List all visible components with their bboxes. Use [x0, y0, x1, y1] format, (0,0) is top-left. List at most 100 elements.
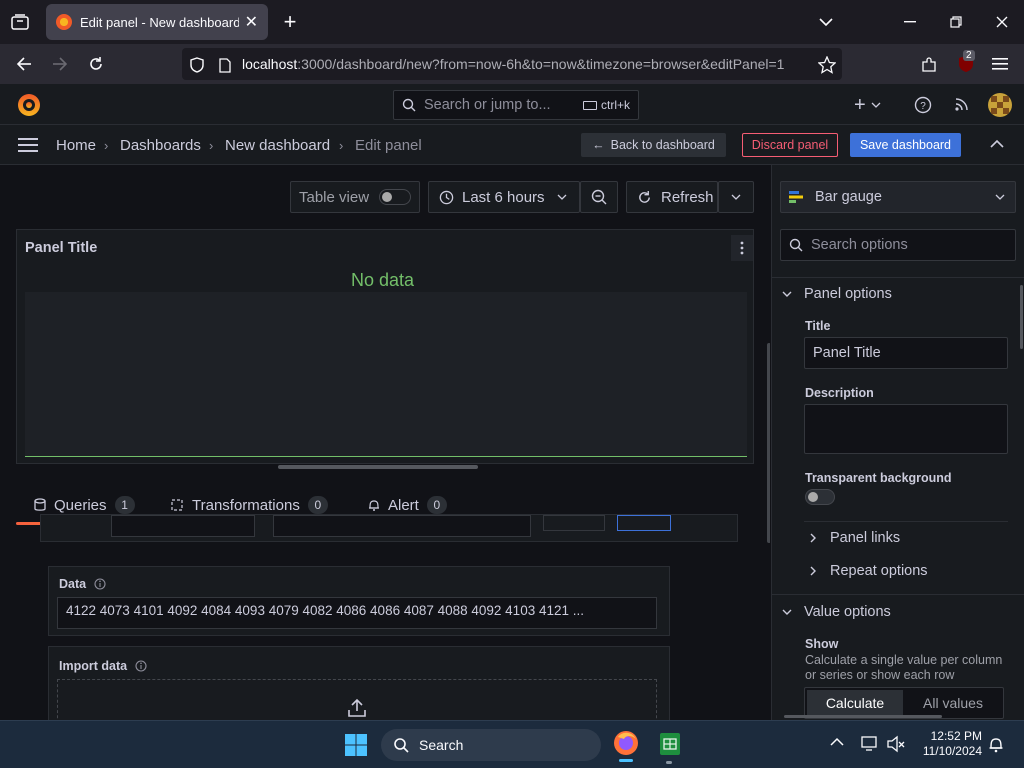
tab-queries[interactable]: Queries 1: [34, 496, 135, 514]
shield-icon[interactable]: [188, 56, 206, 74]
divider: [772, 594, 1024, 595]
news-feed-icon[interactable]: [954, 96, 972, 114]
bar-gauge-icon: [789, 190, 805, 204]
chevron-up-icon[interactable]: [830, 737, 846, 751]
file-dropzone[interactable]: [57, 679, 657, 720]
table-view-toggle[interactable]: Table view: [290, 181, 420, 213]
tab-alert[interactable]: Alert 0: [368, 496, 447, 514]
refresh-button[interactable]: Refresh: [626, 181, 718, 213]
repeat-options-header[interactable]: Repeat options: [810, 563, 928, 579]
clock-date: 11/10/2024: [922, 744, 982, 758]
alias-input[interactable]: [273, 515, 531, 537]
search-shortcut: ctrl+k: [582, 98, 630, 112]
collapse-chevron-up-icon[interactable]: [990, 139, 1006, 151]
time-range-label: Last 6 hours: [462, 188, 545, 206]
visualization-label: Bar gauge: [815, 189, 882, 205]
user-avatar[interactable]: [988, 93, 1012, 117]
title-input-value: Panel Title: [813, 345, 881, 361]
firefox-taskbar-icon[interactable]: [610, 727, 642, 762]
breadcrumb-new-dashboard[interactable]: New dashboard: [225, 137, 330, 154]
chevron-down-icon: [871, 102, 881, 108]
back-arrow-icon[interactable]: [12, 52, 36, 76]
table-view-label: Table view: [299, 188, 370, 206]
data-textarea[interactable]: 4122 4073 4101 4092 4084 4093 4079 4082 …: [57, 597, 657, 629]
taskbar-search[interactable]: Search: [381, 729, 601, 761]
chevron-right-icon: [810, 566, 816, 576]
ublock-extension-icon[interactable]: 2: [954, 50, 978, 76]
windows-start-icon[interactable]: [344, 733, 368, 757]
restore-icon[interactable]: [944, 10, 968, 34]
zoom-out-button[interactable]: [580, 181, 618, 213]
save-dashboard-button[interactable]: Save dashboard: [850, 133, 961, 157]
value-options-header[interactable]: Value options: [782, 604, 891, 620]
panel-title: Panel Title: [25, 240, 98, 256]
refresh-label: Refresh: [661, 188, 714, 206]
chevron-down-icon: [995, 194, 1005, 200]
page-info-icon[interactable]: [216, 56, 234, 74]
scenario-select[interactable]: [111, 515, 255, 537]
minimize-icon[interactable]: [898, 10, 922, 34]
tab-overview-icon[interactable]: [8, 12, 32, 32]
calculate-option[interactable]: Calculate: [807, 690, 903, 716]
save-label: Save dashboard: [859, 138, 952, 152]
chevron-down-icon: [782, 291, 792, 297]
discard-panel-button[interactable]: Discard panel: [742, 133, 838, 157]
refresh-interval-dropdown[interactable]: [718, 181, 754, 213]
spreadsheet-taskbar-icon[interactable]: [656, 729, 684, 764]
notifications-bell-icon[interactable]: [988, 735, 1006, 753]
discard-label: Discard panel: [751, 138, 829, 152]
global-search[interactable]: Search or jump to... ctrl+k: [393, 90, 639, 120]
help-icon[interactable]: ?: [914, 96, 932, 114]
menu-toggle-icon[interactable]: [18, 137, 38, 153]
search-icon: [402, 98, 416, 112]
extensions-icon[interactable]: [918, 54, 940, 76]
bookmark-star-icon[interactable]: [816, 54, 838, 76]
search-options-input[interactable]: Search options: [780, 229, 1016, 261]
url-path: :3000/dashboard/new?from=now-6h&to=now&t…: [297, 56, 785, 72]
volume-muted-icon[interactable]: [886, 735, 906, 753]
add-new-button[interactable]: +: [854, 94, 886, 116]
all-values-option[interactable]: All values: [905, 690, 1001, 716]
new-tab-icon[interactable]: +: [278, 9, 302, 34]
panel-options-label: Panel options: [804, 286, 892, 302]
panel-links-header[interactable]: Panel links: [810, 530, 900, 546]
grafana-favicon-icon: [56, 14, 72, 30]
tab-transformations[interactable]: Transformations 0: [170, 496, 328, 514]
chevron-down-icon: [557, 194, 567, 200]
back-to-dashboard-button[interactable]: ← Back to dashboard: [581, 133, 726, 157]
bar-gauge-area: [25, 292, 747, 457]
close-tab-icon[interactable]: ✕: [245, 12, 258, 32]
time-range-picker[interactable]: Last 6 hours: [428, 181, 580, 213]
browser-tab[interactable]: Edit panel - New dashboard - D ✕: [46, 4, 268, 40]
table-view-switch[interactable]: [379, 189, 412, 205]
query-editor: Data 4122 4073 4101 4092 4084 4093 4079 …: [40, 514, 740, 720]
description-textarea[interactable]: [804, 404, 1008, 454]
import-data-label: Import data: [59, 659, 128, 673]
title-input[interactable]: Panel Title: [804, 337, 1008, 369]
tab-queries-label: Queries: [54, 496, 107, 514]
sidebar-horizontal-scrollbar[interactable]: [784, 715, 942, 718]
forward-arrow-icon[interactable]: [48, 52, 72, 76]
resize-handle[interactable]: [278, 465, 478, 469]
search-icon: [393, 737, 409, 753]
transparent-background-switch[interactable]: [805, 489, 835, 505]
hamburger-menu-icon[interactable]: [988, 52, 1012, 76]
query-option-button[interactable]: [543, 515, 605, 531]
zoom-out-icon: [591, 189, 607, 205]
query-option-button-active[interactable]: [617, 515, 671, 531]
panel-options-header[interactable]: Panel options: [782, 286, 892, 302]
system-clock[interactable]: 12:52 PM 11/10/2024: [918, 729, 982, 759]
network-icon[interactable]: [860, 735, 880, 753]
windows-taskbar: Search 12:52 PM 11/10/2024: [0, 720, 1024, 768]
close-window-icon[interactable]: [990, 10, 1014, 34]
main-scrollbar[interactable]: [767, 343, 770, 543]
url-bar[interactable]: localhost:3000/dashboard/new?from=now-6h…: [182, 48, 842, 80]
reload-icon[interactable]: [84, 52, 108, 76]
breadcrumb-dashboards[interactable]: Dashboards: [120, 137, 201, 154]
list-tabs-icon[interactable]: [814, 10, 838, 34]
grafana-logo-icon[interactable]: [16, 92, 42, 118]
sidebar-scrollbar[interactable]: [1020, 285, 1023, 349]
visualization-picker[interactable]: Bar gauge: [780, 181, 1016, 213]
breadcrumb-home[interactable]: Home: [56, 137, 96, 154]
panel-menu-icon[interactable]: [731, 235, 753, 261]
